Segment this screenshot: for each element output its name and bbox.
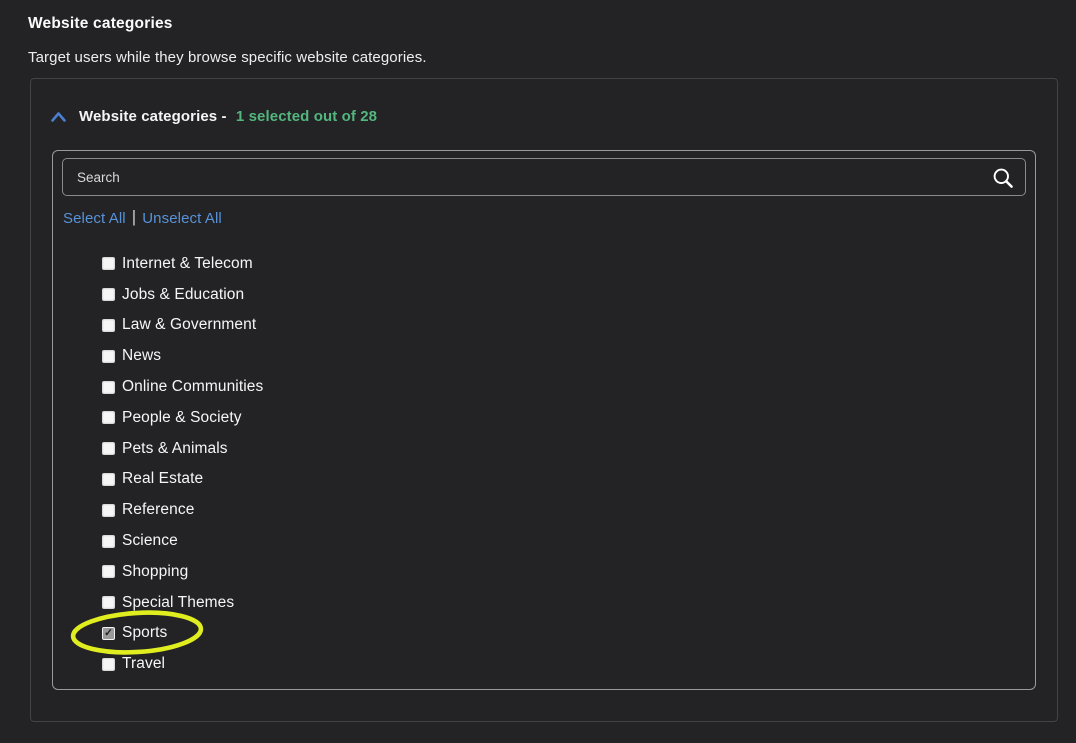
category-row-jobs-education[interactable]: Jobs & Education bbox=[102, 279, 263, 310]
category-row-internet-telecom[interactable]: Internet & Telecom bbox=[102, 249, 263, 280]
category-label: Travel bbox=[122, 655, 165, 673]
category-label: Pets & Animals bbox=[122, 440, 228, 458]
page-title: Website categories bbox=[28, 15, 173, 33]
category-row-reference[interactable]: Reference bbox=[102, 495, 263, 526]
checkbox-sports-checked[interactable]: ✓ bbox=[102, 627, 115, 640]
category-row-real-estate[interactable]: Real Estate bbox=[102, 464, 263, 495]
category-row-online-communities[interactable]: Online Communities bbox=[102, 372, 263, 403]
category-row-travel[interactable]: Travel bbox=[102, 649, 263, 680]
category-label: Real Estate bbox=[122, 470, 203, 488]
category-row-law-government[interactable]: Law & Government bbox=[102, 310, 263, 341]
chevron-up-icon[interactable] bbox=[50, 109, 67, 124]
checkbox-people-society[interactable] bbox=[102, 411, 115, 424]
category-label: People & Society bbox=[122, 409, 242, 427]
category-label: Science bbox=[122, 532, 178, 550]
checkbox-news[interactable] bbox=[102, 350, 115, 363]
category-row-sports[interactable]: ✓ Sports bbox=[102, 618, 263, 649]
panel-collapse-header[interactable]: Website categories - 1 selected out of 2… bbox=[50, 108, 377, 125]
panel-header-label: Website categories - bbox=[79, 108, 227, 125]
checkbox-travel[interactable] bbox=[102, 658, 115, 671]
category-selector-panel: Select All | Unselect All Internet & Tel… bbox=[52, 150, 1036, 690]
links-divider: | bbox=[132, 207, 137, 227]
category-label: Internet & Telecom bbox=[122, 255, 253, 273]
checkbox-science[interactable] bbox=[102, 535, 115, 548]
checkbox-jobs-education[interactable] bbox=[102, 288, 115, 301]
category-row-people-society[interactable]: People & Society bbox=[102, 402, 263, 433]
category-label: Shopping bbox=[122, 563, 188, 581]
checkbox-pets-animals[interactable] bbox=[102, 442, 115, 455]
category-row-special-themes[interactable]: Special Themes bbox=[102, 587, 263, 618]
category-label: Reference bbox=[122, 501, 194, 519]
search-icon[interactable] bbox=[992, 167, 1014, 189]
checkbox-reference[interactable] bbox=[102, 504, 115, 517]
category-row-pets-animals[interactable]: Pets & Animals bbox=[102, 433, 263, 464]
category-list: Internet & Telecom Jobs & Education Law & … bbox=[102, 249, 263, 680]
checkbox-law-government[interactable] bbox=[102, 319, 115, 332]
search-box bbox=[62, 158, 1026, 196]
checkbox-internet-telecom[interactable] bbox=[102, 257, 115, 270]
checkbox-online-communities[interactable] bbox=[102, 381, 115, 394]
page-subtitle: Target users while they browse specific … bbox=[28, 49, 427, 66]
category-label: Jobs & Education bbox=[122, 286, 244, 304]
checkbox-real-estate[interactable] bbox=[102, 473, 115, 486]
category-row-shopping[interactable]: Shopping bbox=[102, 556, 263, 587]
selected-count-status: 1 selected out of 28 bbox=[236, 108, 377, 125]
category-label: Law & Government bbox=[122, 316, 256, 334]
checkbox-special-themes[interactable] bbox=[102, 596, 115, 609]
panel-header-text: Website categories - 1 selected out of 2… bbox=[79, 108, 377, 125]
select-all-link[interactable]: Select All bbox=[63, 210, 126, 227]
search-input[interactable] bbox=[63, 159, 1025, 195]
category-label: Sports bbox=[122, 624, 167, 642]
category-label: Online Communities bbox=[122, 378, 263, 396]
category-label: News bbox=[122, 347, 161, 365]
category-row-science[interactable]: Science bbox=[102, 526, 263, 557]
category-row-news[interactable]: News bbox=[102, 341, 263, 372]
checkbox-shopping[interactable] bbox=[102, 565, 115, 578]
bulk-actions-row: Select All | Unselect All bbox=[63, 208, 222, 228]
website-categories-panel: Website categories - 1 selected out of 2… bbox=[30, 78, 1058, 722]
unselect-all-link[interactable]: Unselect All bbox=[142, 210, 222, 227]
category-label: Special Themes bbox=[122, 594, 234, 612]
